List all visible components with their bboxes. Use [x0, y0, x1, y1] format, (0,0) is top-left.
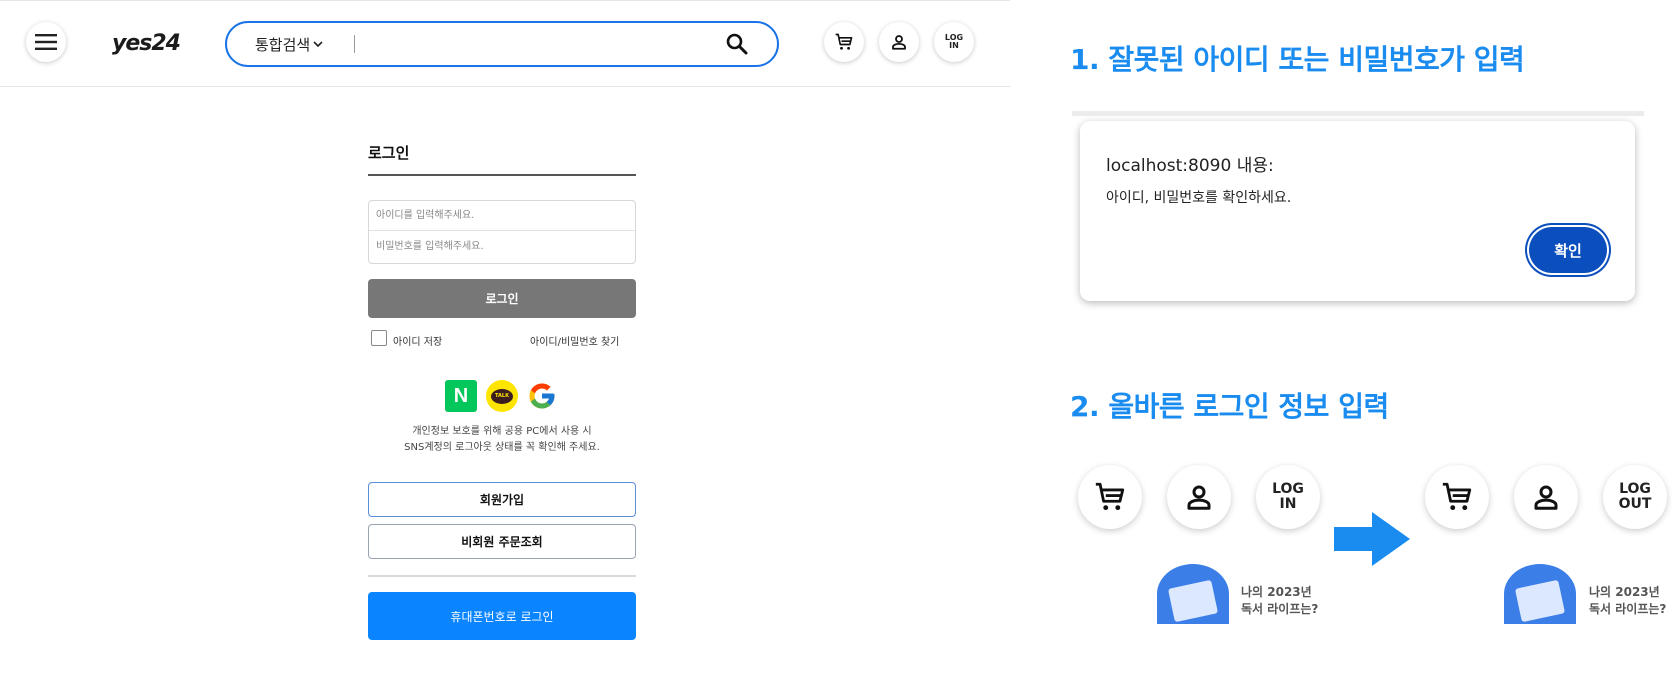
section2-heading: 2. 올바른 로그인 정보 입력 — [1070, 390, 1389, 423]
find-account-link[interactable]: 아이디/비밀번호 찾기 — [530, 333, 619, 348]
user-icon — [1187, 485, 1211, 510]
google-icon — [529, 383, 555, 409]
after-login-line2: OUT — [1618, 496, 1652, 512]
before-cart-button — [1078, 465, 1142, 529]
before-user-button — [1167, 465, 1231, 529]
phone-login-button[interactable]: 휴대폰번호로 로그인 — [368, 592, 636, 640]
password-field[interactable] — [369, 231, 635, 261]
login-input-group — [368, 200, 636, 264]
section-divider — [368, 575, 636, 577]
search-category-select[interactable]: 통합검색 — [255, 34, 323, 55]
naver-icon: N — [453, 384, 469, 407]
kakao-icon: TALK — [491, 388, 513, 404]
cart-icon — [1095, 482, 1125, 511]
page-title: 로그인 — [368, 144, 410, 162]
site-header: yes24 통합검색 LOG IN — [0, 2, 1010, 87]
user-icon — [1534, 485, 1558, 510]
before-promo-line1: 나의 2023년 — [1241, 585, 1312, 599]
promo-book-graphic — [1167, 579, 1219, 623]
user-icon — [892, 35, 906, 50]
cart-icon — [1442, 482, 1472, 511]
after-login-line1: LOG — [1619, 481, 1651, 497]
login-button[interactable]: LOG IN — [934, 22, 974, 62]
kakao-login-button[interactable]: TALK — [486, 380, 518, 412]
guest-order-button[interactable]: 비회원 주문조회 — [368, 524, 636, 559]
after-user-button — [1514, 465, 1578, 529]
chevron-down-icon — [313, 41, 323, 48]
promo-book-graphic — [1514, 579, 1566, 623]
section1-heading: 1. 잘못된 아이디 또는 비밀번호가 입력 — [1070, 43, 1525, 76]
search-input[interactable] — [362, 31, 696, 57]
after-promo-text: 나의 2023년 독서 라이프는? — [1589, 584, 1666, 618]
dialog-origin: localhost:8090 내용: — [1106, 156, 1274, 176]
signup-button[interactable]: 회원가입 — [368, 482, 636, 517]
site-logo[interactable]: yes24 — [112, 31, 181, 56]
after-promo-line1: 나의 2023년 — [1589, 585, 1660, 599]
login-submit-button[interactable]: 로그인 — [368, 279, 636, 318]
after-promo-line2: 독서 라이프는? — [1589, 602, 1667, 616]
cart-button[interactable] — [824, 22, 864, 62]
title-divider — [368, 174, 636, 176]
arrow-right-icon — [1334, 512, 1410, 566]
naver-login-button[interactable]: N — [445, 380, 477, 412]
after-cart-button — [1425, 465, 1489, 529]
user-id-field[interactable] — [369, 201, 635, 231]
alert-dialog: localhost:8090 내용: 아이디, 비밀번호를 확인하세요. 확인 — [1080, 121, 1635, 301]
before-promo-line2: 독서 라이프는? — [1241, 602, 1319, 616]
menu-button[interactable] — [26, 22, 66, 62]
search-button[interactable] — [725, 32, 749, 56]
search-bar: 통합검색 — [225, 21, 779, 67]
before-promo-text: 나의 2023년 독서 라이프는? — [1241, 584, 1318, 618]
save-id-checkbox[interactable] — [371, 330, 387, 346]
before-login-line1: LOG — [1272, 481, 1304, 497]
dialog-message: 아이디, 비밀번호를 확인하세요. — [1106, 190, 1292, 206]
notice-line-2: SNS계정의 로그아웃 상태를 꼭 확인해 주세요. — [404, 442, 600, 453]
notice-line-1: 개인정보 보호를 위해 공용 PC에서 사용 시 — [412, 426, 592, 437]
cart-icon — [835, 33, 853, 50]
save-id-label: 아이디 저장 — [393, 337, 443, 348]
after-promo-image — [1504, 564, 1576, 624]
sns-notice: 개인정보 보호를 위해 공용 PC에서 사용 시 SNS계정의 로그아웃 상태를… — [368, 424, 636, 456]
search-category-label: 통합검색 — [255, 36, 311, 54]
dialog-ok-button[interactable]: 확인 — [1529, 227, 1607, 273]
login-label-line2: IN — [949, 41, 959, 50]
search-icon — [726, 33, 748, 55]
after-logout-button: LOG OUT — [1603, 465, 1667, 529]
search-divider — [354, 35, 355, 53]
hamburger-icon — [35, 34, 57, 50]
google-login-button[interactable] — [526, 380, 558, 412]
before-login-button: LOG IN — [1256, 465, 1320, 529]
before-login-line2: IN — [1279, 496, 1297, 512]
dialog-backdrop-strip — [1072, 111, 1644, 116]
before-promo-image — [1157, 564, 1229, 624]
top-divider — [0, 0, 1010, 1]
mypage-button[interactable] — [879, 22, 919, 62]
